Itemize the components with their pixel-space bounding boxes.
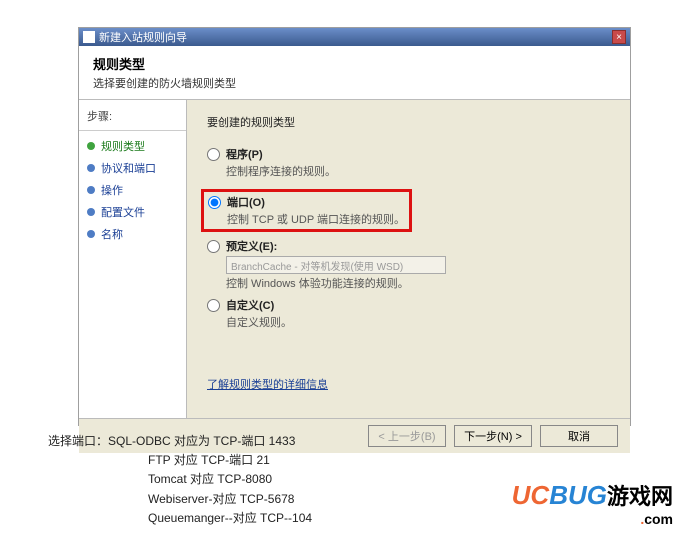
radio-predefined[interactable]	[207, 240, 220, 253]
note-line: Tomcat 对应 TCP-8080	[148, 470, 312, 489]
close-button[interactable]: ×	[612, 30, 626, 44]
bullet-icon	[87, 208, 95, 216]
sidebar-item-action[interactable]: 操作	[79, 179, 186, 201]
bullet-icon	[87, 230, 95, 238]
sidebar-item-rule-type[interactable]: 规则类型	[79, 135, 186, 157]
instruction-notes: 选择端口：SQL-ODBC 对应为 TCP-端口 1433 FTP 对应 TCP…	[48, 432, 312, 528]
sidebar-item-protocol[interactable]: 协议和端口	[79, 157, 186, 179]
note-line: FTP 对应 TCP-端口 21	[148, 451, 312, 470]
sidebar-item-profile[interactable]: 配置文件	[79, 201, 186, 223]
wizard-header: 规则类型 选择要创建的防火墙规则类型	[79, 46, 630, 100]
option-program-title: 程序(P)	[226, 146, 610, 162]
option-program-desc: 控制程序连接的规则。	[226, 163, 610, 179]
next-button[interactable]: 下一步(N) >	[454, 425, 532, 447]
option-predefined-title: 预定义(E):	[226, 238, 610, 254]
option-port[interactable]: 端口(O) 控制 TCP 或 UDP 端口连接的规则。	[208, 194, 405, 227]
logo-line2: .com	[512, 511, 673, 527]
option-custom-title: 自定义(C)	[226, 297, 610, 313]
sidebar-item-label: 操作	[101, 182, 123, 198]
radio-port[interactable]	[208, 196, 221, 209]
radio-custom[interactable]	[207, 299, 220, 312]
option-custom-desc: 自定义规则。	[226, 314, 610, 330]
predefined-combo[interactable]	[226, 256, 446, 274]
sidebar-item-label: 规则类型	[101, 138, 145, 154]
logo-line1: UCBUG游戏网	[512, 479, 673, 511]
option-predefined-desc: 控制 Windows 体验功能连接的规则。	[226, 275, 610, 291]
radio-program[interactable]	[207, 148, 220, 161]
bullet-icon	[87, 186, 95, 194]
option-port-title: 端口(O)	[227, 194, 405, 210]
wizard-body: 步骤: 规则类型 协议和端口 操作 配置文件 名称 要创建的规则类型 程序(P)…	[79, 100, 630, 418]
highlight-box: 端口(O) 控制 TCP 或 UDP 端口连接的规则。	[201, 189, 412, 232]
app-icon	[83, 31, 95, 43]
bullet-icon	[87, 142, 95, 150]
sidebar-item-label: 协议和端口	[101, 160, 156, 176]
bullet-icon	[87, 164, 95, 172]
sidebar-item-label: 名称	[101, 226, 123, 242]
titlebar: 新建入站规则向导 ×	[79, 28, 630, 46]
cancel-button[interactable]: 取消	[540, 425, 618, 447]
option-custom[interactable]: 自定义(C) 自定义规则。	[207, 297, 610, 330]
learn-more-link[interactable]: 了解规则类型的详细信息	[207, 376, 328, 392]
sidebar-item-name[interactable]: 名称	[79, 223, 186, 245]
window-title: 新建入站规则向导	[99, 29, 612, 45]
wizard-window: 新建入站规则向导 × 规则类型 选择要创建的防火墙规则类型 步骤: 规则类型 协…	[78, 27, 631, 426]
content-pane: 要创建的规则类型 程序(P) 控制程序连接的规则。 端口(O) 控制 TCP 或…	[187, 100, 630, 418]
content-question: 要创建的规则类型	[207, 114, 610, 130]
steps-heading: 步骤:	[79, 106, 186, 131]
note-line: Webiserver-对应 TCP-5678	[148, 490, 312, 509]
page-title: 规则类型	[93, 54, 616, 73]
option-predefined[interactable]: 预定义(E): 控制 Windows 体验功能连接的规则。	[207, 238, 610, 291]
note-line: Queuemanger--对应 TCP--104	[148, 509, 312, 528]
option-program[interactable]: 程序(P) 控制程序连接的规则。	[207, 146, 610, 179]
back-button[interactable]: < 上一步(B)	[368, 425, 446, 447]
steps-sidebar: 步骤: 规则类型 协议和端口 操作 配置文件 名称	[79, 100, 187, 418]
sidebar-item-label: 配置文件	[101, 204, 145, 220]
note-line: 选择端口：SQL-ODBC 对应为 TCP-端口 1433	[48, 432, 312, 451]
page-subtitle: 选择要创建的防火墙规则类型	[93, 75, 616, 91]
option-port-desc: 控制 TCP 或 UDP 端口连接的规则。	[227, 211, 405, 227]
watermark-logo: UCBUG游戏网 .com	[512, 479, 673, 527]
